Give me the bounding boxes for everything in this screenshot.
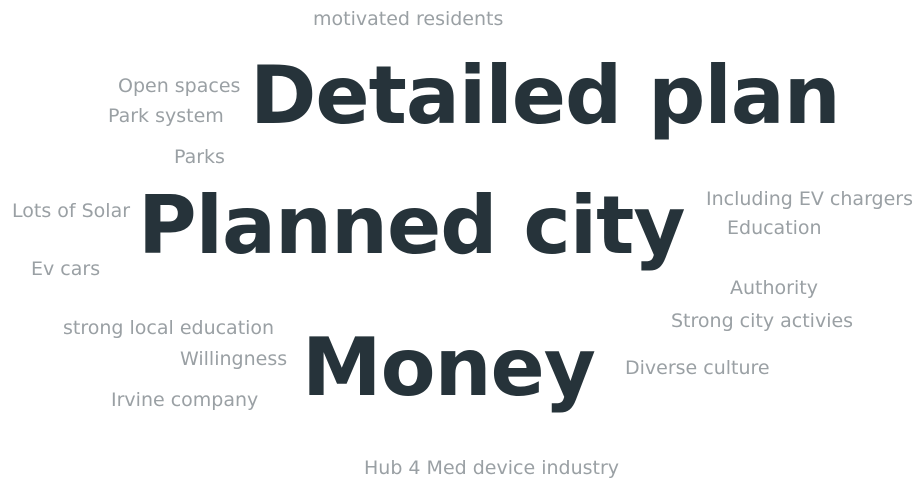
word-park-system: Park system	[108, 105, 224, 127]
word-detailed-plan: Detailed plan	[250, 49, 841, 142]
word-ev-cars: Ev cars	[31, 258, 101, 280]
word-money: Money	[302, 321, 596, 414]
word-including-ev-chargers: Including EV chargers	[706, 188, 914, 210]
word-authority: Authority	[730, 277, 818, 299]
word-willingness: Willingness	[180, 348, 288, 370]
word-hub-4-med-device-industry: Hub 4 Med device industry	[364, 457, 620, 479]
word-cloud: Detailed plan Planned city Money motivat…	[0, 0, 922, 479]
word-motivated-residents: motivated residents	[313, 8, 504, 30]
word-parks: Parks	[174, 146, 225, 168]
word-diverse-culture: Diverse culture	[625, 357, 770, 379]
word-strong-city-activies: Strong city activies	[671, 310, 854, 332]
word-education: Education	[727, 217, 822, 239]
word-planned-city: Planned city	[138, 179, 686, 272]
word-irvine-company: Irvine company	[111, 389, 259, 411]
word-strong-local-education: strong local education	[63, 317, 275, 339]
word-open-spaces: Open spaces	[118, 75, 241, 97]
word-lots-of-solar: Lots of Solar	[12, 200, 131, 222]
